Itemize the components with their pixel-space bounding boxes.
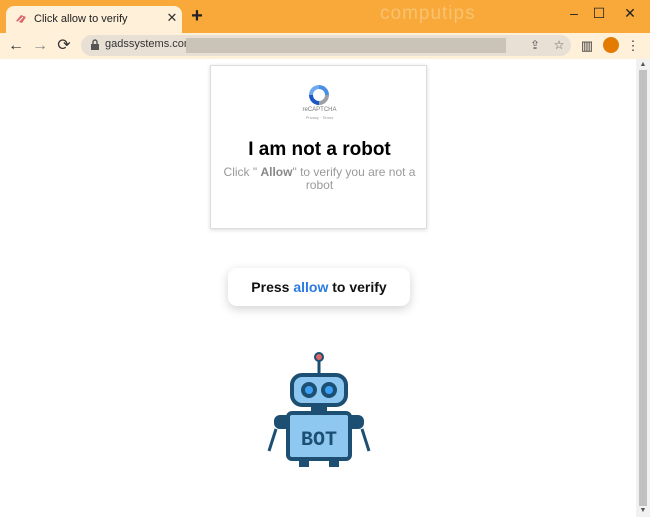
bookmark-star-icon[interactable]: ☆ xyxy=(551,37,567,53)
url-selection xyxy=(186,38,506,53)
tab-close-icon[interactable]: ✕ xyxy=(164,10,180,26)
recaptcha-links[interactable]: Privacy · Terms xyxy=(211,115,428,120)
toolbar: ← → ⟳ gadssystems.com/ ⇪ ☆ ▥ ⋮ xyxy=(0,33,650,59)
captcha-card: reCAPTCHA Privacy · Terms I am not a rob… xyxy=(210,65,427,229)
scroll-up-arrow-icon[interactable]: ▲ xyxy=(639,61,647,69)
favicon-icon xyxy=(16,15,26,23)
minimize-button[interactable]: – xyxy=(563,4,585,22)
robot-icon: BOT xyxy=(267,352,371,467)
captcha-subtitle: Click " Allow" to verify you are not a r… xyxy=(223,165,416,192)
maximize-button[interactable]: ☐ xyxy=(588,4,610,22)
watermark: computips xyxy=(380,3,476,24)
captcha-title: I am not a robot xyxy=(248,139,391,160)
recaptcha-logo-icon xyxy=(309,85,329,105)
window-close-button[interactable]: ✕ xyxy=(619,4,641,22)
forward-button[interactable]: → xyxy=(31,37,49,55)
scrollbar[interactable]: ▲ ▼ xyxy=(636,59,650,517)
share-icon[interactable]: ⇪ xyxy=(527,37,543,53)
address-bar[interactable]: gadssystems.com/ ⇪ ☆ xyxy=(81,35,571,56)
new-tab-button[interactable]: + xyxy=(188,6,206,26)
title-bar: Click allow to verify ✕ + computips – ☐ … xyxy=(0,0,650,33)
profile-avatar[interactable] xyxy=(603,37,619,53)
reload-button[interactable]: ⟳ xyxy=(55,37,73,55)
tab-title: Click allow to verify xyxy=(34,13,128,25)
page-content: reCAPTCHA Privacy · Terms I am not a rob… xyxy=(0,59,636,517)
lock-icon xyxy=(91,39,99,50)
recaptcha-label: reCAPTCHA xyxy=(302,107,337,113)
browser-chrome: Click allow to verify ✕ + computips – ☐ … xyxy=(0,0,650,59)
menu-icon[interactable]: ⋮ xyxy=(625,37,641,55)
scroll-down-arrow-icon[interactable]: ▼ xyxy=(639,507,647,515)
sidebar-icon[interactable]: ▥ xyxy=(579,37,595,55)
robot-label: BOT xyxy=(301,429,337,452)
browser-tab[interactable]: Click allow to verify ✕ xyxy=(6,6,182,33)
press-allow-button[interactable]: Press allow to verify xyxy=(228,268,410,306)
back-button[interactable]: ← xyxy=(7,37,25,55)
url-text: gadssystems.com/ xyxy=(105,38,197,50)
scroll-thumb[interactable] xyxy=(639,70,647,506)
